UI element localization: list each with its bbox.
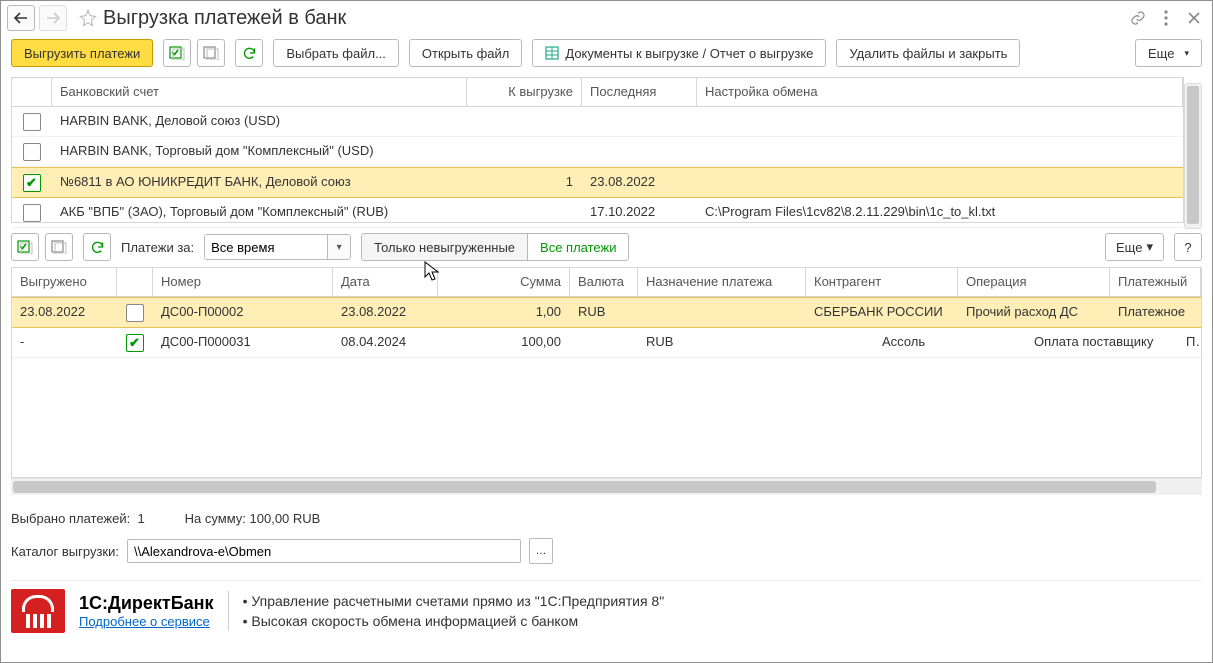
col-operation[interactable]: Операция [958, 268, 1110, 296]
check-all-icon [17, 240, 33, 254]
col-sum[interactable]: Сумма [438, 268, 570, 296]
delete-close-button[interactable]: Удалить файлы и закрыть [836, 39, 1020, 67]
payment-row[interactable]: - ДС00-П000031 08.04.2024 100,00 RUB Асс… [12, 328, 1201, 358]
row-checkbox[interactable] [23, 174, 41, 192]
uncheck-all-icon [51, 240, 67, 254]
row-checkbox[interactable] [23, 204, 41, 222]
col-counterparty[interactable]: Контрагент [806, 268, 958, 296]
caret-down-icon: ▾ [1184, 48, 1189, 59]
window-title: Выгрузка платежей в банк [103, 7, 1122, 30]
col-check[interactable] [12, 78, 52, 106]
payments-uncheck-all-button[interactable] [45, 233, 73, 261]
selected-sum: На сумму: 100,00 RUB [185, 511, 321, 526]
account-row[interactable]: HARBIN BANK, Торговый дом "Комплексный" … [12, 137, 1183, 167]
caret-down-icon: ▾ [1146, 239, 1153, 255]
payments-check-all-button[interactable] [11, 233, 39, 261]
col-uploaded[interactable]: Выгружено [12, 268, 117, 296]
arrow-left-icon [14, 12, 28, 24]
close-button[interactable] [1182, 6, 1206, 30]
col-check[interactable] [117, 268, 153, 296]
row-checkbox[interactable] [23, 143, 41, 161]
upload-payments-button[interactable]: Выгрузить платежи [11, 39, 153, 67]
toolbar-more-button[interactable]: Еще▾ [1135, 39, 1202, 67]
export-path-label: Каталог выгрузки: [11, 544, 119, 559]
nav-back-button[interactable] [7, 5, 35, 31]
favorite-star-icon[interactable] [79, 9, 97, 27]
selected-count: Выбрано платежей: 1 [11, 511, 145, 526]
payments-period-label: Платежи за: [121, 240, 194, 255]
docs-report-button[interactable]: Документы к выгрузке / Отчет о выгрузке [532, 39, 826, 67]
check-all-button[interactable] [163, 39, 191, 67]
promo-bullet: • Управление расчетными счетами прямо из… [243, 591, 665, 611]
col-purpose[interactable]: Назначение платежа [638, 268, 806, 296]
nav-forward-button[interactable] [39, 5, 67, 31]
account-row[interactable]: №6811 в АО ЮНИКРЕДИТ БАНК, Деловой союз … [12, 167, 1183, 198]
uncheck-all-button[interactable] [197, 39, 225, 67]
row-checkbox[interactable] [126, 334, 144, 352]
only-unuploaded-segment[interactable]: Только невыгруженные [362, 234, 528, 260]
col-number[interactable]: Номер [153, 268, 333, 296]
open-file-button[interactable]: Открыть файл [409, 39, 522, 67]
payments-h-scrollbar[interactable] [11, 478, 1202, 495]
payments-more-button[interactable]: Еще▾ [1105, 233, 1164, 261]
filter-segment: Только невыгруженные Все платежи [361, 233, 629, 261]
col-date[interactable]: Дата [333, 268, 438, 296]
accounts-scrollbar[interactable] [1184, 83, 1202, 229]
promo-link[interactable]: Подробнее о сервисе [79, 614, 210, 629]
payments-grid: Выгружено Номер Дата Сумма Валюта Назнач… [11, 267, 1202, 478]
directbank-promo: 1С:ДиректБанк Подробнее о сервисе • Упра… [11, 580, 1202, 633]
promo-title: 1С:ДиректБанк [79, 593, 214, 614]
row-checkbox[interactable] [23, 113, 41, 131]
all-payments-segment[interactable]: Все платежи [528, 234, 628, 260]
period-input[interactable] [205, 235, 327, 259]
col-currency[interactable]: Валюта [570, 268, 638, 296]
check-all-icon [169, 46, 185, 60]
col-last[interactable]: Последняя [582, 78, 697, 106]
refresh-icon [90, 240, 105, 255]
refresh-button[interactable] [235, 39, 263, 67]
col-config[interactable]: Настройка обмена [697, 78, 1183, 106]
row-checkbox[interactable] [126, 304, 144, 322]
period-combo[interactable]: ▾ [204, 234, 351, 260]
close-icon [1188, 12, 1200, 24]
account-row[interactable]: HARBIN BANK, Деловой союз (USD) [12, 107, 1183, 137]
link-icon [1130, 10, 1146, 26]
docs-report-label: Документы к выгрузке / Отчет о выгрузке [565, 46, 813, 61]
col-to-upload[interactable]: К выгрузке [467, 78, 582, 106]
payment-row[interactable]: 23.08.2022 ДС00-П00002 23.08.2022 1,00 R… [12, 297, 1201, 328]
arrow-right-icon [46, 12, 60, 24]
uncheck-all-icon [203, 46, 219, 60]
link-icon-button[interactable] [1126, 6, 1150, 30]
promo-separator [228, 591, 229, 631]
export-path-input[interactable] [127, 539, 521, 563]
table-icon [545, 46, 559, 60]
account-row[interactable]: АКБ "ВПБ" (ЗАО), Торговый дом "Комплексн… [12, 198, 1183, 228]
kebab-icon [1164, 10, 1168, 26]
payments-refresh-button[interactable] [83, 233, 111, 261]
browse-path-button[interactable]: … [529, 538, 553, 564]
directbank-logo-icon [11, 589, 65, 633]
col-account[interactable]: Банковский счет [52, 78, 467, 106]
help-button[interactable]: ? [1174, 233, 1202, 261]
accounts-grid: Банковский счет К выгрузке Последняя Нас… [11, 77, 1184, 223]
promo-bullet: • Высокая скорость обмена информацией с … [243, 611, 665, 631]
more-menu-button[interactable] [1154, 6, 1178, 30]
refresh-icon [242, 46, 257, 61]
period-dropdown-button[interactable]: ▾ [327, 235, 350, 259]
select-file-button[interactable]: Выбрать файл... [273, 39, 399, 67]
col-doc[interactable]: Платежный [1110, 268, 1201, 296]
